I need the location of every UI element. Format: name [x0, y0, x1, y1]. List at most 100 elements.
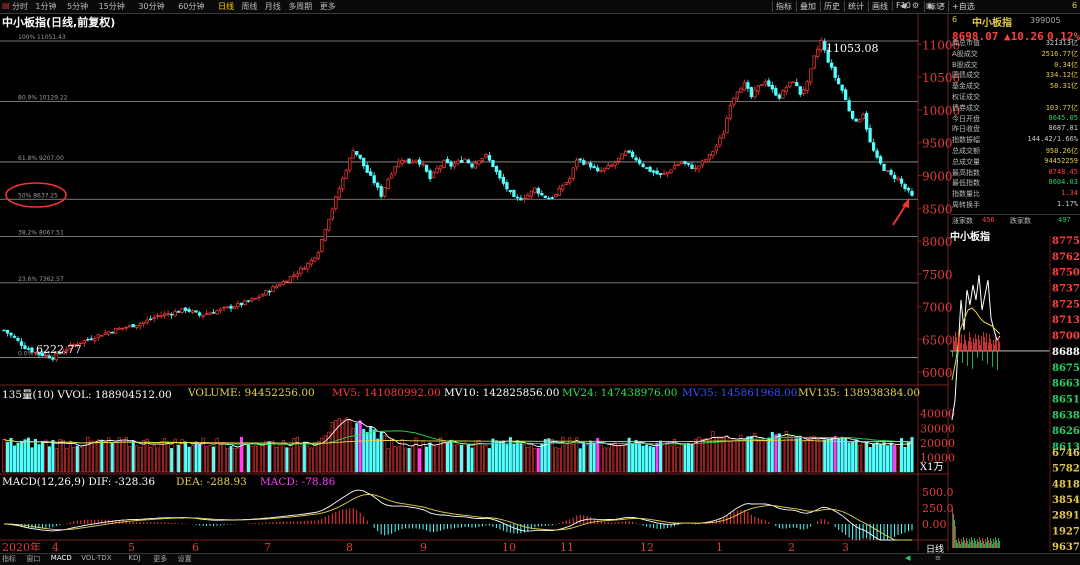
- period-tab[interactable]: 30分钟: [138, 1, 164, 12]
- volume-bar: [16, 443, 20, 473]
- period-tab[interactable]: 多周期: [288, 1, 312, 12]
- volume-bar: [903, 446, 907, 473]
- indicator-tab[interactable]: 窗口: [26, 554, 40, 564]
- candle: [459, 159, 464, 163]
- intraday-volume-bar: [986, 542, 987, 548]
- intraday-updown-bar: [963, 343, 964, 351]
- candle: [86, 339, 90, 341]
- volume-bar: [798, 437, 802, 473]
- candle: [12, 335, 17, 338]
- indicator-tab[interactable]: MACD: [51, 554, 72, 562]
- candle: [557, 188, 561, 196]
- quote-code-prefix: 6: [952, 15, 958, 24]
- candle: [864, 112, 869, 130]
- month-label: 11: [560, 541, 574, 551]
- scroll-left-icon[interactable]: ◀: [905, 554, 910, 562]
- candle: [749, 87, 754, 98]
- volume-bar: [365, 432, 369, 473]
- period-tab[interactable]: 分时: [12, 1, 28, 12]
- period-tab[interactable]: 15分钟: [99, 1, 125, 12]
- candle: [302, 268, 306, 270]
- intraday-volume-bar: [984, 544, 985, 548]
- intraday-updown-bar: [997, 350, 998, 370]
- indicator-tab[interactable]: 更多: [153, 554, 167, 564]
- candle: [725, 117, 729, 134]
- indicator-tab[interactable]: VOL-TDX: [81, 554, 111, 562]
- collapse-icon[interactable]: ▤: [2, 1, 10, 10]
- mv5-value: MV5: 141080992.00: [332, 387, 441, 399]
- candle: [320, 238, 324, 252]
- candle: [414, 159, 418, 163]
- stat-value: 8748.45: [1048, 167, 1078, 176]
- indicator-tab[interactable]: 设置: [178, 554, 192, 564]
- menu-icon[interactable]: ≡: [935, 554, 941, 562]
- candle: [568, 178, 572, 183]
- candle: [299, 267, 303, 274]
- indicator-tab[interactable]: KDJ: [128, 554, 140, 562]
- candle: [847, 100, 851, 112]
- tool-button[interactable]: 画线: [868, 1, 888, 12]
- volume-bar: [456, 444, 460, 473]
- volume-unit: X1万: [920, 462, 944, 473]
- price-tick: 8000: [922, 235, 953, 249]
- close-icon[interactable]: ✕: [939, 1, 946, 10]
- candle: [812, 55, 816, 69]
- volume-bar: [264, 440, 268, 473]
- candle: [396, 161, 401, 168]
- candle: [777, 94, 781, 99]
- period-tab[interactable]: 日线: [218, 1, 234, 12]
- month-label: 1: [716, 541, 723, 551]
- period-tab[interactable]: 5分钟: [67, 1, 88, 12]
- month-label: 8: [346, 541, 353, 551]
- stat-row: 昨日收盘 8687.81: [952, 124, 1080, 135]
- arrow-down-icon[interactable]: ◀: [900, 1, 906, 10]
- candle: [665, 171, 670, 175]
- intraday-volume-tick: 385410: [1052, 495, 1080, 506]
- candle: [389, 173, 394, 179]
- mv10-value: MV10: 142825856.00: [444, 387, 560, 399]
- period-tab[interactable]: 1分钟: [35, 1, 56, 12]
- candle: [351, 150, 355, 159]
- intraday-volume-bar: [970, 542, 971, 548]
- intraday-updown-bar: [984, 336, 985, 351]
- intraday-price-tick: 8762: [1052, 252, 1080, 263]
- volume-bar: [65, 447, 69, 473]
- candle: [816, 48, 820, 57]
- candle: [651, 170, 656, 173]
- period-tab[interactable]: 月线: [265, 1, 281, 12]
- period-tab[interactable]: 周线: [241, 1, 257, 12]
- candle: [742, 81, 747, 91]
- tool-button[interactable]: +自选: [948, 1, 975, 12]
- dif-line: [3, 489, 912, 541]
- candle: [718, 137, 722, 146]
- candle: [554, 194, 558, 198]
- candle: [393, 166, 397, 174]
- stat-row: 基金成交 58.31亿: [952, 81, 1080, 92]
- tool-button[interactable]: 叠加: [796, 1, 816, 12]
- candle: [728, 104, 733, 119]
- period-tab[interactable]: 更多: [320, 1, 336, 12]
- intraday-price-tick: 8626: [1052, 426, 1080, 437]
- stat-row: 债券成交 103.77亿: [952, 103, 1080, 114]
- stat-value: 0.34亿: [1054, 60, 1078, 69]
- candle: [648, 166, 652, 172]
- updown-row: 涨家数 456 跌家数 497: [950, 214, 1080, 226]
- tool-button[interactable]: 历史: [820, 1, 840, 12]
- candle: [582, 160, 586, 165]
- volume-tick: 20000: [920, 437, 955, 450]
- stat-label: 指数量比: [952, 190, 980, 199]
- tool-button[interactable]: 统计: [844, 1, 864, 12]
- candle: [187, 309, 191, 312]
- period-tab[interactable]: 60分钟: [178, 1, 204, 12]
- intraday-updown-bar: [976, 338, 977, 351]
- indicator-tab[interactable]: 指标: [2, 554, 16, 564]
- candle: [522, 197, 527, 200]
- candle: [358, 154, 362, 159]
- window-icon[interactable]: ▣: [926, 1, 934, 10]
- stat-label: 库总市值: [952, 39, 980, 47]
- volume-bar: [823, 439, 827, 473]
- tool-button[interactable]: 指标: [772, 1, 792, 12]
- intraday-updown-bar: [968, 340, 969, 351]
- settings-icon[interactable]: ⚙: [912, 1, 919, 10]
- candle: [400, 160, 404, 164]
